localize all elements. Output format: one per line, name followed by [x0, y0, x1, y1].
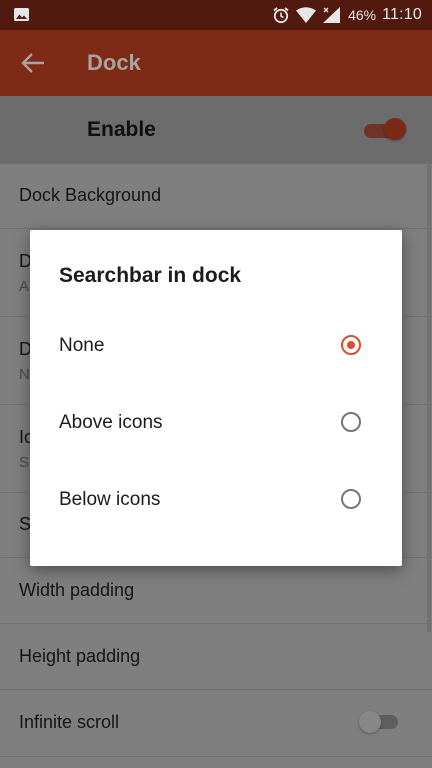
status-bar: 46% 11:10 [0, 0, 432, 30]
option-none[interactable]: None [30, 309, 402, 385]
enable-switch-thumb[interactable] [384, 118, 406, 140]
pref-summary: S [19, 454, 30, 471]
pref-height-padding[interactable]: Height padding [0, 624, 432, 690]
pref-dock-background[interactable]: Dock Background [0, 164, 432, 229]
pref-summary: A [19, 278, 30, 295]
signal-icon [323, 7, 341, 23]
pref-width-padding[interactable]: Width padding [0, 558, 432, 624]
pref-summary: N [19, 366, 30, 383]
option-label: Above icons [59, 412, 163, 433]
radio-button-selected[interactable] [341, 335, 361, 355]
option-below-icons[interactable]: Below icons [30, 463, 402, 539]
option-label: Below icons [59, 489, 161, 510]
battery-percentage: 46% [348, 7, 377, 23]
pref-title: Height padding [19, 646, 141, 666]
pref-title: Dock Background [19, 185, 162, 205]
clock: 11:10 [382, 6, 422, 23]
dialog-title: Searchbar in dock [59, 264, 242, 287]
radio-dot [347, 341, 355, 349]
pref-title: Infinite scroll [19, 712, 120, 732]
radio-button[interactable] [341, 489, 361, 509]
searchbar-dialog: Searchbar in dock None Above icons Below… [30, 230, 402, 566]
pref-infinite-scroll[interactable]: Infinite scroll [0, 690, 432, 757]
image-icon [14, 8, 29, 21]
alarm-icon [273, 7, 289, 24]
enable-label: Enable [87, 118, 156, 141]
option-above-icons[interactable]: Above icons [30, 386, 402, 462]
enable-row[interactable]: Enable [0, 96, 432, 164]
radio-button[interactable] [341, 412, 361, 432]
infinite-scroll-switch-thumb[interactable] [359, 711, 381, 733]
app-bar: Dock [0, 30, 432, 96]
pref-title: Width padding [19, 580, 135, 600]
scrollbar[interactable] [427, 162, 431, 632]
wifi-icon [296, 7, 317, 23]
option-label: None [59, 335, 105, 356]
status-icons: 46% 11:10 [272, 0, 422, 30]
arrow-back-icon[interactable] [20, 51, 46, 75]
page-title: Dock [87, 50, 141, 75]
